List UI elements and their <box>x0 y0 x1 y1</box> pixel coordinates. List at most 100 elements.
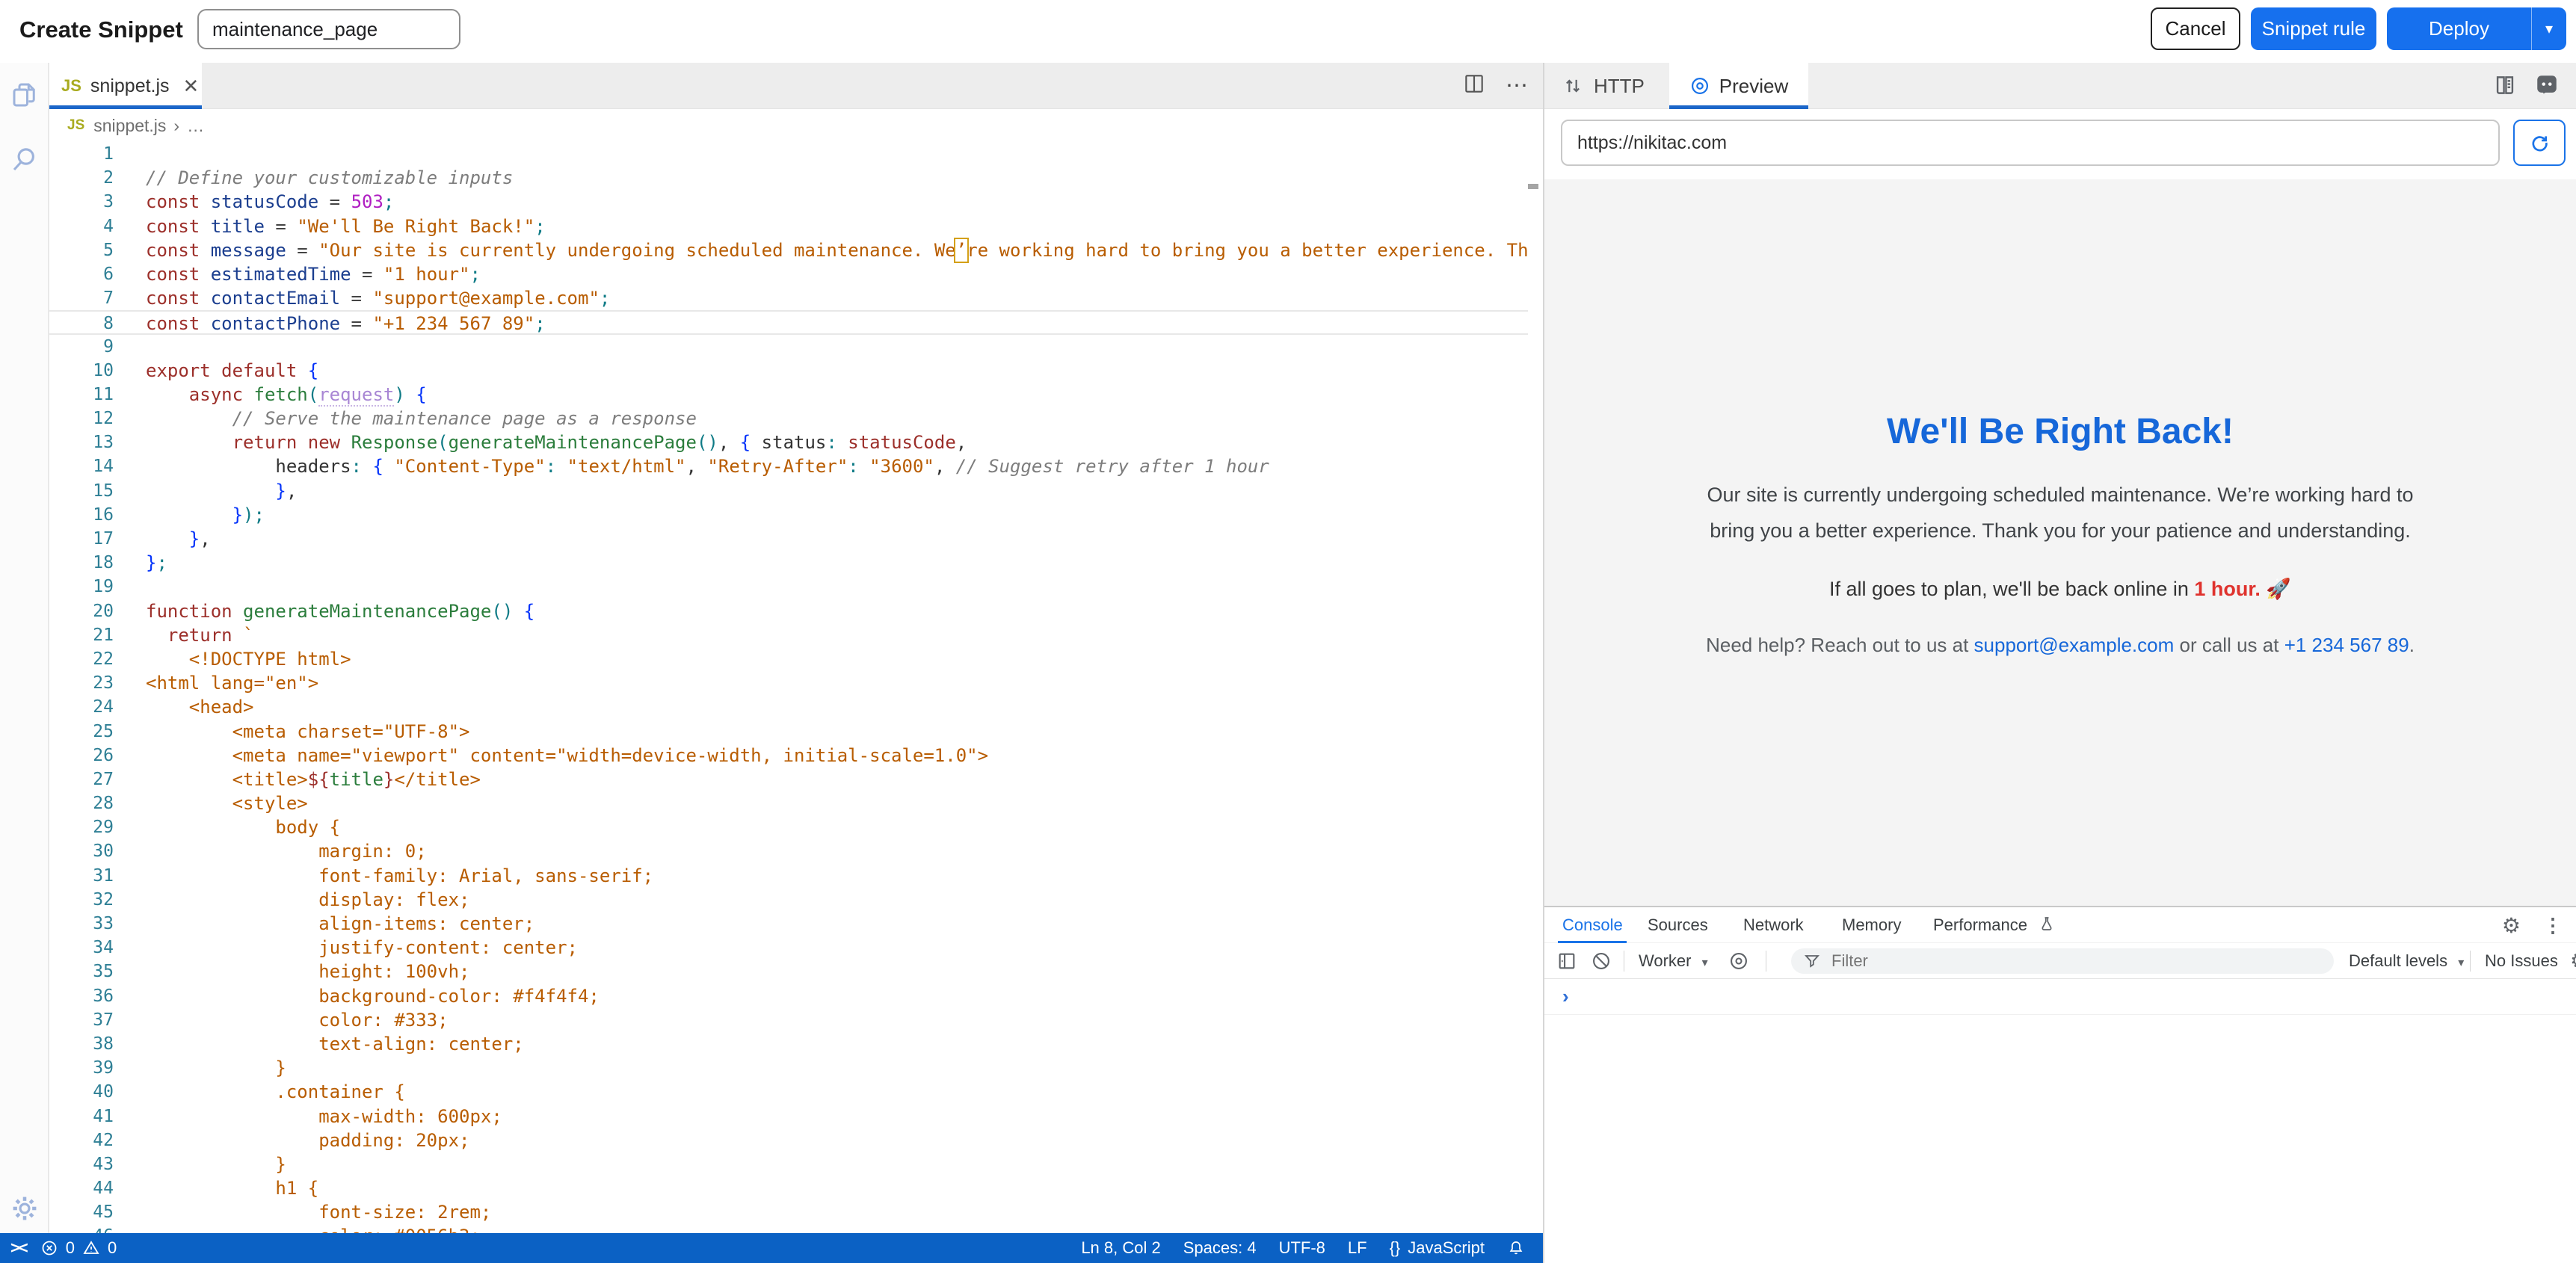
cursor-position[interactable]: Ln 8, Col 2 <box>1081 1238 1160 1258</box>
eol-mode[interactable]: LF <box>1348 1238 1367 1258</box>
devtools-tab-sources[interactable]: Sources <box>1648 915 1708 935</box>
code-line[interactable]: 1 <box>49 142 1528 166</box>
refresh-button[interactable] <box>2513 120 2566 166</box>
devtools-tab-performance[interactable]: Performance <box>1933 915 2027 935</box>
code-line[interactable]: 9 <box>49 335 1528 359</box>
code-line[interactable]: 22 <!DOCTYPE html> <box>49 647 1528 671</box>
language-mode[interactable]: {} JavaScript <box>1390 1238 1485 1258</box>
code-line[interactable]: 32 display: flex; <box>49 888 1528 912</box>
code-line[interactable]: 17 }, <box>49 527 1528 551</box>
console-prompt-row[interactable]: › <box>1544 979 2576 1015</box>
code-line[interactable]: 40 .container { <box>49 1080 1528 1104</box>
cancel-button[interactable]: Cancel <box>2151 7 2240 50</box>
breadcrumb-more[interactable]: … <box>187 116 204 136</box>
indentation[interactable]: Spaces: 4 <box>1183 1238 1257 1258</box>
devtools-tab-network[interactable]: Network <box>1743 915 1804 935</box>
code-line[interactable]: 27 <title>${title}</title> <box>49 768 1528 791</box>
code-line[interactable]: 31 font-family: Arial, sans-serif; <box>49 864 1528 888</box>
code-line[interactable]: 35 height: 100vh; <box>49 960 1528 983</box>
code-line[interactable]: 12 // Serve the maintenance page as a re… <box>49 407 1528 430</box>
code-line[interactable]: 38 text-align: center; <box>49 1032 1528 1056</box>
breadcrumb-file[interactable]: snippet.js <box>93 116 166 136</box>
code-line[interactable]: 6const estimatedTime = "1 hour"; <box>49 262 1528 286</box>
code-line[interactable]: 15 }, <box>49 479 1528 503</box>
code-line[interactable]: 26 <meta name="viewport" content="width=… <box>49 744 1528 768</box>
code-line[interactable]: 10export default { <box>49 359 1528 383</box>
support-email-link[interactable]: support@example.com <box>1974 634 2175 656</box>
devtools-tab-memory[interactable]: Memory <box>1842 915 1901 935</box>
url-input[interactable] <box>1561 120 2500 166</box>
execution-context-dropdown[interactable]: Worker ▾ <box>1639 951 1708 971</box>
code-editor[interactable]: 12// Define your customizable inputs3con… <box>49 142 1528 1233</box>
code-line[interactable]: 45 font-size: 2rem; <box>49 1200 1528 1224</box>
docs-book-icon[interactable] <box>2492 72 2518 102</box>
snippet-rule-button[interactable]: Snippet rule <box>2251 7 2376 50</box>
console-settings-gear-icon[interactable]: ⚙ <box>2570 948 2576 973</box>
code-line[interactable]: 36 background-color: #f4f4f4; <box>49 984 1528 1008</box>
tab-snippet-js[interactable]: JS snippet.js ✕ <box>49 63 202 109</box>
snippet-name-input[interactable] <box>197 9 460 49</box>
code-line[interactable]: 46 color: #0056b3; <box>49 1224 1528 1233</box>
code-line[interactable]: 29 body { <box>49 815 1528 839</box>
code-line[interactable]: 28 <style> <box>49 791 1528 815</box>
code-line[interactable]: 14 headers: { "Content-Type": "text/html… <box>49 454 1528 478</box>
search-icon[interactable] <box>9 143 40 175</box>
console-filter-box[interactable] <box>1791 948 2334 974</box>
code-line[interactable]: 21 return ` <box>49 623 1528 647</box>
remote-indicator-icon[interactable]: >< <box>10 1238 27 1258</box>
code-line[interactable]: 7const contactEmail = "support@example.c… <box>49 286 1528 310</box>
console-sidebar-toggle-icon[interactable] <box>1556 951 1577 976</box>
message-line2: bring you a better experience. Thank you… <box>1710 519 2411 542</box>
discord-chat-icon[interactable] <box>2534 72 2560 102</box>
console-output[interactable]: › <box>1544 979 2576 1263</box>
files-icon[interactable] <box>9 79 40 111</box>
code-line[interactable]: 34 justify-content: center; <box>49 936 1528 960</box>
code-line[interactable]: 11 async fetch(request) { <box>49 383 1528 407</box>
issues-counter[interactable]: No Issues <box>2485 951 2558 971</box>
devtools-menu-kebab-icon[interactable]: ⋮ <box>2543 914 2563 937</box>
log-levels-dropdown[interactable]: Default levels ▾ <box>2349 951 2464 971</box>
phone-link[interactable]: +1 234 567 89 <box>2284 634 2409 656</box>
code-line[interactable]: 13 return new Response(generateMaintenan… <box>49 430 1528 454</box>
code-line[interactable]: 16 }); <box>49 503 1528 527</box>
settings-gear-icon[interactable] <box>9 1193 40 1224</box>
encoding[interactable]: UTF-8 <box>1279 1238 1325 1258</box>
code-line[interactable]: 42 padding: 20px; <box>49 1128 1528 1152</box>
code-line[interactable]: 39 } <box>49 1056 1528 1080</box>
clear-console-icon[interactable] <box>1591 951 1612 976</box>
notifications-bell-icon[interactable] <box>1507 1239 1525 1257</box>
code-line[interactable]: 37 color: #333; <box>49 1008 1528 1032</box>
problems-indicator[interactable]: 0 0 <box>40 1238 117 1258</box>
code-line[interactable]: 18}; <box>49 551 1528 575</box>
code-line[interactable]: 30 margin: 0; <box>49 839 1528 863</box>
code-line[interactable]: 33 align-items: center; <box>49 912 1528 936</box>
code-line[interactable]: 41 max-width: 600px; <box>49 1105 1528 1128</box>
code-line[interactable]: 44 h1 { <box>49 1176 1528 1200</box>
live-expression-eye-icon[interactable] <box>1728 951 1749 976</box>
code-line[interactable]: 8const contactPhone = "+1 234 567 89"; <box>49 310 1528 334</box>
code-line[interactable]: 23<html lang="en"> <box>49 671 1528 695</box>
code-line[interactable]: 24 <head> <box>49 695 1528 719</box>
split-editor-icon[interactable] <box>1462 72 1486 99</box>
tab-close-icon[interactable]: ✕ <box>183 75 200 98</box>
tab-preview[interactable]: Preview <box>1669 63 1808 109</box>
code-line[interactable]: 2// Define your customizable inputs <box>49 166 1528 190</box>
deploy-label[interactable]: Deploy <box>2387 17 2531 40</box>
breadcrumb[interactable]: JS snippet.js › … <box>49 109 1543 142</box>
more-actions-icon[interactable]: ⋯ <box>1506 78 1528 93</box>
code-line[interactable]: 25 <meta charset="UTF-8"> <box>49 720 1528 744</box>
devtools-tab-console[interactable]: Console <box>1562 915 1623 935</box>
code-line[interactable]: 4const title = "We'll Be Right Back!"; <box>49 214 1528 238</box>
devtools-settings-gear-icon[interactable]: ⚙ <box>2502 913 2521 938</box>
code-line[interactable]: 3const statusCode = 503; <box>49 190 1528 214</box>
code-line[interactable]: 19 <box>49 575 1528 599</box>
deploy-caret-icon[interactable]: ▾ <box>2532 19 2566 38</box>
code-line[interactable]: 5const message = "Our site is currently … <box>49 238 1528 262</box>
code-line[interactable]: 20function generateMaintenancePage() { <box>49 599 1528 623</box>
scrollbar-thumb[interactable] <box>1528 184 1538 189</box>
tab-http[interactable]: HTTP <box>1562 63 1645 109</box>
maintenance-heading: We'll Be Right Back! <box>1544 411 2576 452</box>
code-line[interactable]: 43 } <box>49 1152 1528 1176</box>
deploy-button[interactable]: Deploy ▾ <box>2387 7 2566 50</box>
filter-input[interactable] <box>1830 951 2252 972</box>
